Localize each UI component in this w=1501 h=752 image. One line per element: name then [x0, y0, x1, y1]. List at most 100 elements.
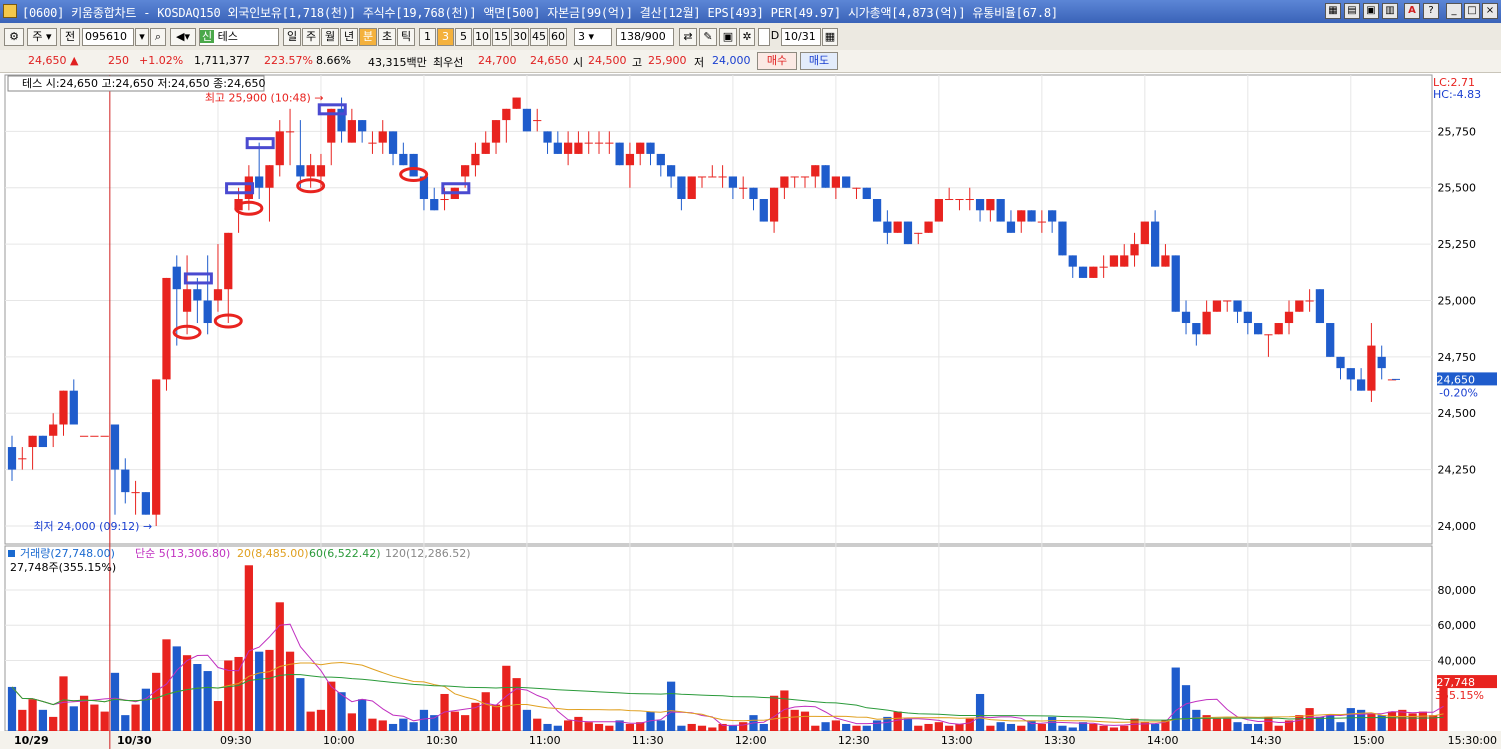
candle-body: [769, 187, 779, 222]
candle-body: [553, 142, 562, 154]
volume-bar: [893, 711, 902, 731]
tool-icon[interactable]: ✎: [699, 28, 717, 46]
price-tick-label: 25,500: [1438, 182, 1477, 195]
period-tab-1[interactable]: 주: [302, 28, 320, 46]
window-tile-icon[interactable]: ▤: [1344, 3, 1360, 19]
candle-body: [1181, 311, 1191, 324]
interval-tab-60[interactable]: 60: [549, 28, 567, 46]
interval-tab-5[interactable]: 5: [455, 28, 472, 46]
interval-tab-3[interactable]: 3: [437, 28, 454, 46]
window-cascade-icon[interactable]: ▣: [1363, 3, 1379, 19]
candle-body: [728, 176, 738, 188]
d-checkbox[interactable]: [758, 28, 770, 46]
volume-bar: [491, 704, 501, 731]
volume-bar: [255, 651, 264, 731]
candle-body: [924, 221, 933, 233]
count-total: /900: [641, 30, 666, 43]
print-icon[interactable]: ▥: [1382, 3, 1398, 19]
price-tick-label: 24,500: [1438, 407, 1477, 420]
candle-body: [605, 142, 614, 144]
candle-body: [1233, 300, 1242, 312]
stock-code-input[interactable]: 095610: [82, 28, 134, 46]
period-tab-5[interactable]: 초: [378, 28, 396, 46]
date-field[interactable]: 10/31: [781, 28, 821, 46]
candle-body: [121, 469, 130, 493]
volume-bar: [399, 718, 408, 731]
volume-bar: [306, 711, 315, 731]
volume-bar: [337, 692, 346, 731]
time-tick-label: 13:00: [941, 734, 973, 747]
volume-tick-label: 80,000: [1438, 584, 1477, 597]
period-tab-6[interactable]: 틱: [397, 28, 415, 46]
volume-bar: [1233, 722, 1242, 731]
interval-tab-1[interactable]: 1: [419, 28, 436, 46]
gear-icon[interactable]: ✲: [739, 28, 755, 46]
period-tab-3[interactable]: 년: [340, 28, 358, 46]
candle-body: [306, 165, 315, 177]
change-value: 250: [108, 54, 129, 67]
volume-bar: [945, 725, 954, 731]
best-ask-label: 최우선: [433, 56, 464, 69]
period-tab-4[interactable]: 분: [359, 28, 377, 46]
candle-body: [811, 165, 820, 177]
interval-tab-15[interactable]: 15: [492, 28, 510, 46]
candle-body: [141, 492, 150, 515]
code-dropdown-icon[interactable]: ▾: [135, 28, 149, 46]
volume-bar: [996, 722, 1005, 731]
candle-body: [636, 142, 645, 154]
font-icon[interactable]: A: [1404, 3, 1420, 19]
volume-bar: [110, 672, 120, 731]
maximize-button[interactable]: □: [1464, 3, 1480, 19]
period-tab-0[interactable]: 일: [283, 28, 301, 46]
volume-bar: [193, 664, 202, 731]
time-tick-label: 11:30: [632, 734, 664, 747]
volume-bar: [100, 711, 109, 731]
volume-bar: [388, 723, 398, 731]
count-field[interactable]: 138/900: [616, 28, 674, 46]
volume-bar: [203, 671, 212, 731]
save-icon[interactable]: ▣: [719, 28, 737, 46]
volume-legend-item: 120(12,286.52): [385, 547, 471, 560]
volume-bar: [471, 702, 480, 731]
speaker-icon[interactable]: ◀▾: [170, 28, 196, 46]
volume-legend-item: 단순 5(13,306.80): [135, 547, 230, 560]
candle-body: [110, 424, 120, 470]
candle-body: [903, 221, 913, 245]
volume-bar: [1181, 685, 1191, 731]
interval-tab-30[interactable]: 30: [511, 28, 529, 46]
prev-button[interactable]: 전: [60, 28, 80, 46]
candlestick-chart[interactable]: 25,750 25,500 25,250 25,000 24,750 24,500 24,2…: [0, 73, 1501, 749]
search-icon[interactable]: ⌕: [150, 28, 166, 46]
candle-body: [996, 199, 1005, 222]
candle-body: [69, 390, 78, 425]
volume-bar: [368, 718, 377, 731]
chart-settings-icon[interactable]: ⚙: [4, 28, 24, 46]
time-tick-label: 10:30: [426, 734, 458, 747]
candle-body: [759, 199, 768, 222]
candle-body: [1017, 210, 1026, 222]
candle-body: [203, 300, 212, 324]
close-button[interactable]: ×: [1482, 3, 1498, 19]
arrows-icon[interactable]: ⇄: [679, 28, 697, 46]
interval-tab-10[interactable]: 10: [473, 28, 491, 46]
low-value: 24,000: [712, 54, 751, 67]
candle-body: [502, 108, 511, 121]
candle-body: [182, 289, 192, 312]
market-type-select[interactable]: 주 ▾: [27, 28, 57, 46]
interval-tab-45[interactable]: 45: [530, 28, 548, 46]
candle-body: [1315, 289, 1325, 324]
minimize-button[interactable]: _: [1446, 3, 1462, 19]
custom-interval-select[interactable]: 3 ▾: [574, 28, 612, 46]
time-tick-label: 11:00: [529, 734, 561, 747]
buy-button[interactable]: 매수: [757, 52, 797, 70]
stock-name-field[interactable]: 신 테스: [199, 28, 279, 46]
calendar-icon[interactable]: ▦: [822, 28, 838, 46]
open-label: 시: [573, 56, 584, 69]
chart-area[interactable]: 25,750 25,500 25,250 25,000 24,750 24,500 24,2…: [0, 73, 1501, 749]
sell-button[interactable]: 매도: [800, 52, 838, 70]
help-icon[interactable]: ?: [1423, 3, 1439, 19]
chart-toolbar: ⚙ 주 ▾ 전 095610 ▾ ⌕ ◀▾ 신 테스 3 ▾ 138/900 ⇄…: [0, 23, 1501, 51]
period-tab-2[interactable]: 월: [321, 28, 339, 46]
volume-bar: [914, 725, 923, 731]
link-icon[interactable]: ▦: [1325, 3, 1341, 19]
